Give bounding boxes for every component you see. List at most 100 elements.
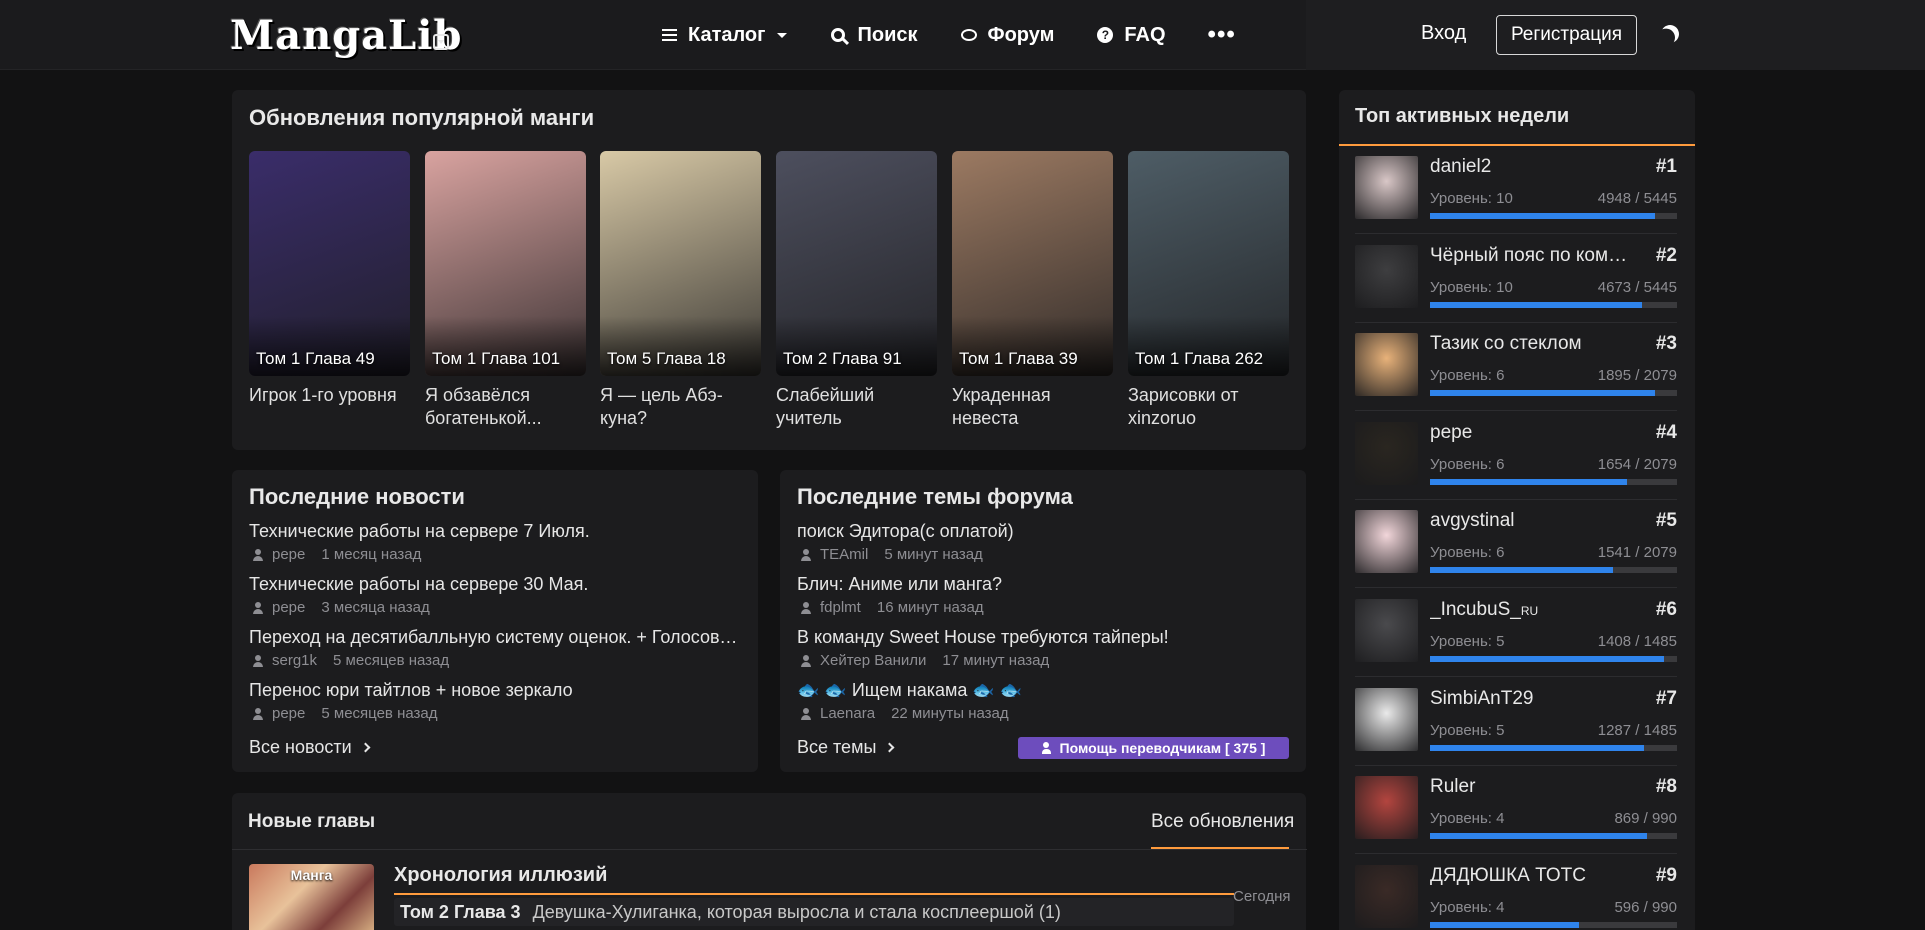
more-menu-icon[interactable]: ••• [1208, 23, 1236, 47]
news-item-author[interactable]: serg1k [272, 652, 317, 669]
avatar[interactable] [1355, 244, 1418, 308]
news-item-meta: pepe 5 месяцев назад [249, 705, 741, 722]
forum-topic-title[interactable]: Блич: Аниме или манга? [797, 574, 1289, 595]
forum-topic-meta: Хейтер Ванили 17 минут назад [797, 652, 1289, 669]
user-name[interactable]: ДЯДЮШКА ТОТС [1430, 865, 1640, 887]
forum-topic-author[interactable]: TEAmil [820, 546, 868, 563]
news-item-title[interactable]: Переход на десятибалльную систему оценок… [249, 627, 741, 648]
xp-progress-bar [1430, 833, 1677, 840]
user-name[interactable]: Тазик со стеклом [1430, 333, 1640, 355]
manga-title[interactable]: Слабейший учитель [776, 384, 937, 430]
forum-title: Последние темы форума [797, 484, 1073, 509]
manga-title[interactable]: Игрок 1-го уровня [249, 384, 410, 407]
forum-topic-author[interactable]: Хейтер Ванили [820, 652, 926, 669]
user-name[interactable]: Ruler [1430, 776, 1640, 798]
news-item-meta: pepe 3 месяца назад [249, 599, 741, 616]
nav-faq[interactable]: ? FAQ [1096, 24, 1166, 47]
manga-cover[interactable]: Том 1 Глава 49 [249, 151, 410, 376]
register-button[interactable]: Регистрация [1496, 15, 1637, 55]
news-item: Технические работы на сервере 7 Июля. pep… [249, 521, 741, 563]
user-name[interactable]: daniel2 [1430, 156, 1640, 178]
forum-topic: В команду Sweet House требуются тайперы!… [797, 627, 1289, 669]
login-link[interactable]: Вход [1421, 22, 1466, 45]
all-topics-link[interactable]: Все темы [797, 737, 895, 758]
news-item-title[interactable]: Перенос юри тайтлов + новое зеркало [249, 680, 741, 701]
manga-card[interactable]: Том 1 Глава 101 Я обзавёлся богатенькой..… [425, 151, 586, 430]
logo[interactable]: MangaLib [230, 10, 462, 60]
avatar[interactable] [1355, 156, 1418, 219]
avatar[interactable] [1355, 510, 1418, 574]
manga-card[interactable]: Том 1 Глава 49 Игрок 1-го уровня [249, 151, 410, 407]
user-name[interactable]: Чёрный пояс по коммуникации [1430, 245, 1640, 267]
nav-search[interactable]: Поиск [829, 24, 918, 47]
top-user-row[interactable]: avgystinal #5 Уровень: 6 1541 / 2079 [1355, 510, 1677, 578]
nav-forum[interactable]: Форум [960, 24, 1054, 47]
top-user-row[interactable]: ДЯДЮШКА ТОТС #9 Уровень: 4 596 / 990 [1355, 864, 1677, 930]
search-icon [829, 26, 847, 44]
question-icon: ? [1096, 26, 1114, 44]
chapter-manga-title[interactable]: Хронология иллюзий [394, 864, 607, 887]
manga-title[interactable]: Я — цель Абэ-куна? [600, 384, 761, 430]
user-name-text: ДЯДЮШКА ТОТС [1430, 864, 1586, 886]
top-user-row[interactable]: daniel2 #1 Уровень: 10 4948 / 5445 [1355, 156, 1677, 224]
burger-icon [660, 26, 678, 44]
chevron-right-icon [360, 742, 371, 753]
site-switch-dropdown-icon[interactable] [433, 34, 449, 50]
top-user-row[interactable]: pepe #4 Уровень: 6 1654 / 2079 [1355, 421, 1677, 490]
top-user-row[interactable]: _IncubuS_RU #6 Уровень: 5 1408 / 1485 [1355, 599, 1677, 667]
top-user-row[interactable]: Ruler #8 Уровень: 4 869 / 990 [1355, 776, 1677, 844]
avatar[interactable] [1355, 864, 1418, 928]
manga-title[interactable]: Я обзавёлся богатенькой... [425, 384, 586, 430]
user-name[interactable]: avgystinal [1430, 510, 1640, 532]
user-level: Уровень: 4 [1430, 898, 1505, 916]
nav-catalog-label: Каталог [688, 23, 766, 46]
forum-topic-title[interactable]: В команду Sweet House требуются тайперы! [797, 627, 1289, 648]
tab-all-updates[interactable]: Все обновления [1151, 811, 1294, 833]
top-user-row[interactable]: Тазик со стеклом #3 Уровень: 6 1895 / 2079 [1355, 333, 1677, 401]
forum-topic-title[interactable]: 🐟 🐟 Ищем накама 🐟 🐟 [797, 680, 1289, 701]
manga-card[interactable]: Том 1 Глава 39 Украденная невеста [952, 151, 1113, 430]
forum-topic-author[interactable]: Laenara [820, 705, 875, 722]
user-rank: #1 [1655, 156, 1677, 177]
top-user-row[interactable]: Чёрный пояс по коммуникации #2 Уровень: 10… [1355, 244, 1677, 313]
user-name[interactable]: pepe [1430, 422, 1640, 444]
nav-catalog[interactable]: Каталог [660, 23, 788, 47]
manga-card[interactable]: Том 5 Глава 18 Я — цель Абэ-куна? [600, 151, 761, 430]
forum-topic-author[interactable]: fdplmt [820, 599, 861, 616]
chapter-row[interactable]: Том 2 Глава 3 Девушка-Хулиганка, которая… [394, 898, 1234, 926]
user-name[interactable]: SimbiAnT29 [1430, 688, 1640, 710]
news-title: Последние новости [249, 484, 465, 509]
all-news-link[interactable]: Все новости [249, 737, 371, 758]
avatar[interactable] [1355, 687, 1418, 751]
manga-title[interactable]: Зарисовки от xinzoruo [1128, 384, 1289, 430]
avatar[interactable] [1355, 333, 1418, 397]
xp-progress-fill [1430, 567, 1614, 574]
news-item-author[interactable]: pepe [272, 705, 305, 722]
news-item-author[interactable]: pepe [272, 546, 305, 563]
manga-title[interactable]: Украденная невеста [952, 384, 1113, 430]
forum-topic-title[interactable]: поиск Эдитора(с оплатой) [797, 521, 1289, 542]
chevron-right-icon [884, 742, 895, 753]
manga-card[interactable]: Том 1 Глава 262 Зарисовки от xinzoruo [1128, 151, 1289, 430]
top-user-row[interactable]: SimbiAnT29 #7 Уровень: 5 1287 / 1485 [1355, 687, 1677, 756]
news-item-title[interactable]: Технические работы на сервере 7 Июля. [249, 521, 741, 542]
chapter-cover[interactable]: Манга [249, 864, 374, 930]
manga-card[interactable]: Том 2 Глава 91 Слабейший учитель [776, 151, 937, 430]
news-item-title[interactable]: Технические работы на сервере 30 Мая. [249, 574, 741, 595]
user-level: Уровень: 5 [1430, 721, 1505, 739]
manga-cover[interactable]: Том 2 Глава 91 [776, 151, 937, 376]
xp-progress-bar [1430, 213, 1677, 219]
manga-cover[interactable]: Том 1 Глава 101 [425, 151, 586, 376]
user-name[interactable]: _IncubuS_RU [1430, 599, 1640, 621]
help-translators-button[interactable]: Помощь переводчикам [ 375 ] [1018, 737, 1289, 759]
avatar[interactable] [1355, 421, 1418, 485]
user-xp: 4948 / 5445 [1597, 190, 1677, 207]
manga-cover[interactable]: Том 5 Глава 18 [600, 151, 761, 376]
news-item-meta: serg1k 5 месяцев назад [249, 652, 741, 669]
news-item-author[interactable]: pepe [272, 599, 305, 616]
manga-cover[interactable]: Том 1 Глава 262 [1128, 151, 1289, 376]
avatar[interactable] [1355, 599, 1418, 662]
avatar[interactable] [1355, 776, 1418, 840]
manga-cover[interactable]: Том 1 Глава 39 [952, 151, 1113, 376]
row-divider [1355, 498, 1677, 500]
